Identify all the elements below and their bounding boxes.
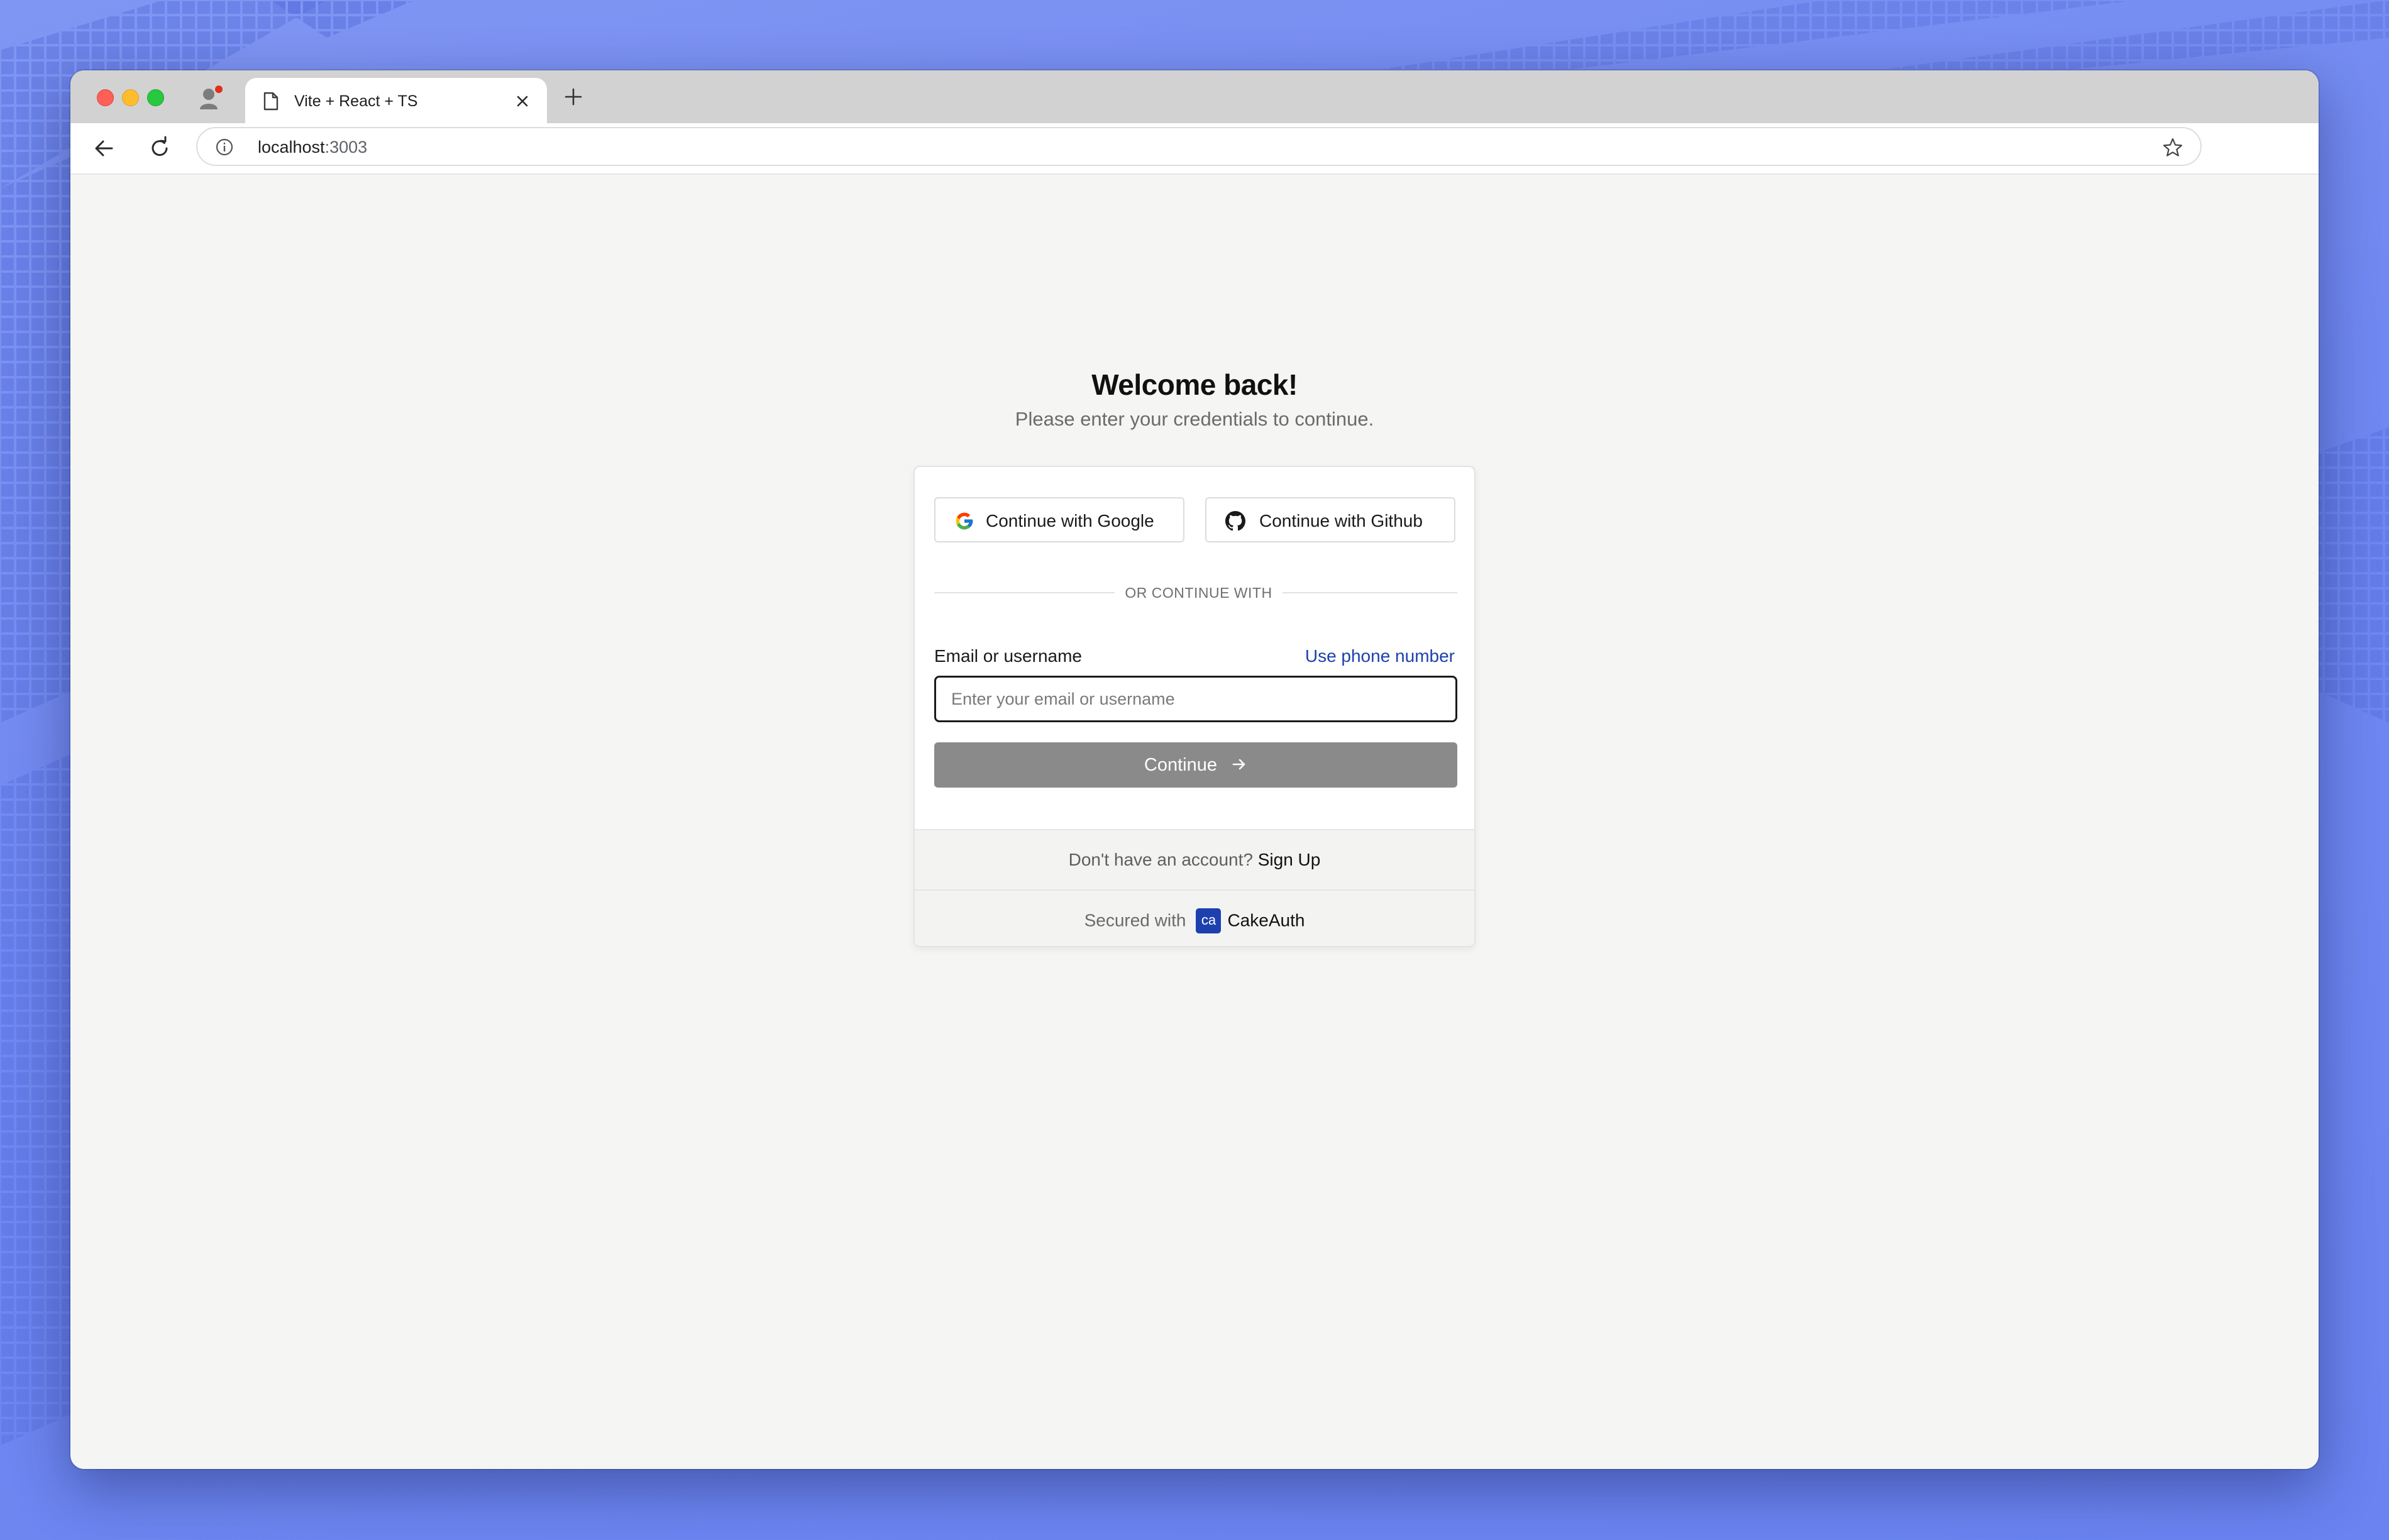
divider-line-right [1283,592,1457,593]
google-button-label: Continue with Google [986,511,1154,531]
page-subtitle: Please enter your credentials to continu… [1015,408,1374,430]
arrow-left-icon[interactable] [91,135,118,162]
divider-line-left [934,592,1115,593]
sign-up-footer: Don't have an account? Sign Up [915,829,1474,889]
page-title: Welcome back! [1091,368,1298,401]
cakeauth-brand-name: CakeAuth [1227,910,1305,930]
sign-in-card: Continue with Google Continue with Githu… [913,466,1476,947]
cakeauth-logo-icon: ca [1196,908,1222,933]
email-field-label: Email or username [934,646,1082,666]
or-continue-with-divider: OR CONTINUE WITH [1125,585,1272,601]
address-bar[interactable]: localhost:3003 [196,127,2202,166]
tab-title: Vite + React + TS [294,92,418,110]
google-sign-in-button[interactable]: Continue with Google [934,497,1184,542]
browser-toolbar: localhost:3003 [70,123,2319,175]
close-icon[interactable] [514,93,531,109]
use-phone-number-link[interactable]: Use phone number [1305,646,1455,667]
sign-up-prompt-row: Don't have an account? Sign Up [915,849,1474,871]
sign-up-link[interactable]: Sign Up [1258,850,1321,869]
secured-with-text: Secured with [1084,910,1186,930]
star-icon[interactable] [2161,136,2184,159]
info-icon[interactable] [215,138,234,157]
browser-window: Vite + React + TS localhost:3003 Welcome… [70,70,2319,1469]
arrow-right-icon [1232,759,1245,770]
email-input[interactable] [934,676,1457,722]
close-window-button[interactable] [97,89,114,106]
continue-button-content: Continue [934,754,1457,776]
continue-button-label: Continue [1144,755,1218,775]
url-port: :3003 [324,138,368,157]
url-host: localhost [258,138,325,157]
tab-active[interactable]: Vite + React + TS [245,78,547,123]
profile-icon[interactable] [196,84,225,113]
reload-icon[interactable] [146,135,174,162]
file-icon [263,92,279,111]
secured-footer: Secured with ca CakeAuth [915,889,1474,946]
google-icon [956,512,973,530]
continue-button[interactable]: Continue [934,742,1457,788]
minimize-window-button[interactable] [122,89,139,106]
github-icon [1225,511,1245,531]
tab-bar: Vite + React + TS [70,70,2319,123]
plus-icon[interactable] [562,85,585,108]
sign-up-prompt: Don't have an account? [1068,850,1258,869]
github-sign-in-button[interactable]: Continue with Github [1205,497,1455,542]
secured-with-row: Secured with ca CakeAuth [915,907,1474,933]
zoom-window-button[interactable] [147,89,164,106]
url-text: localhost:3003 [258,137,367,157]
page-viewport: Welcome back! Please enter your credenti… [70,175,2319,1469]
github-button-label: Continue with Github [1259,511,1423,531]
